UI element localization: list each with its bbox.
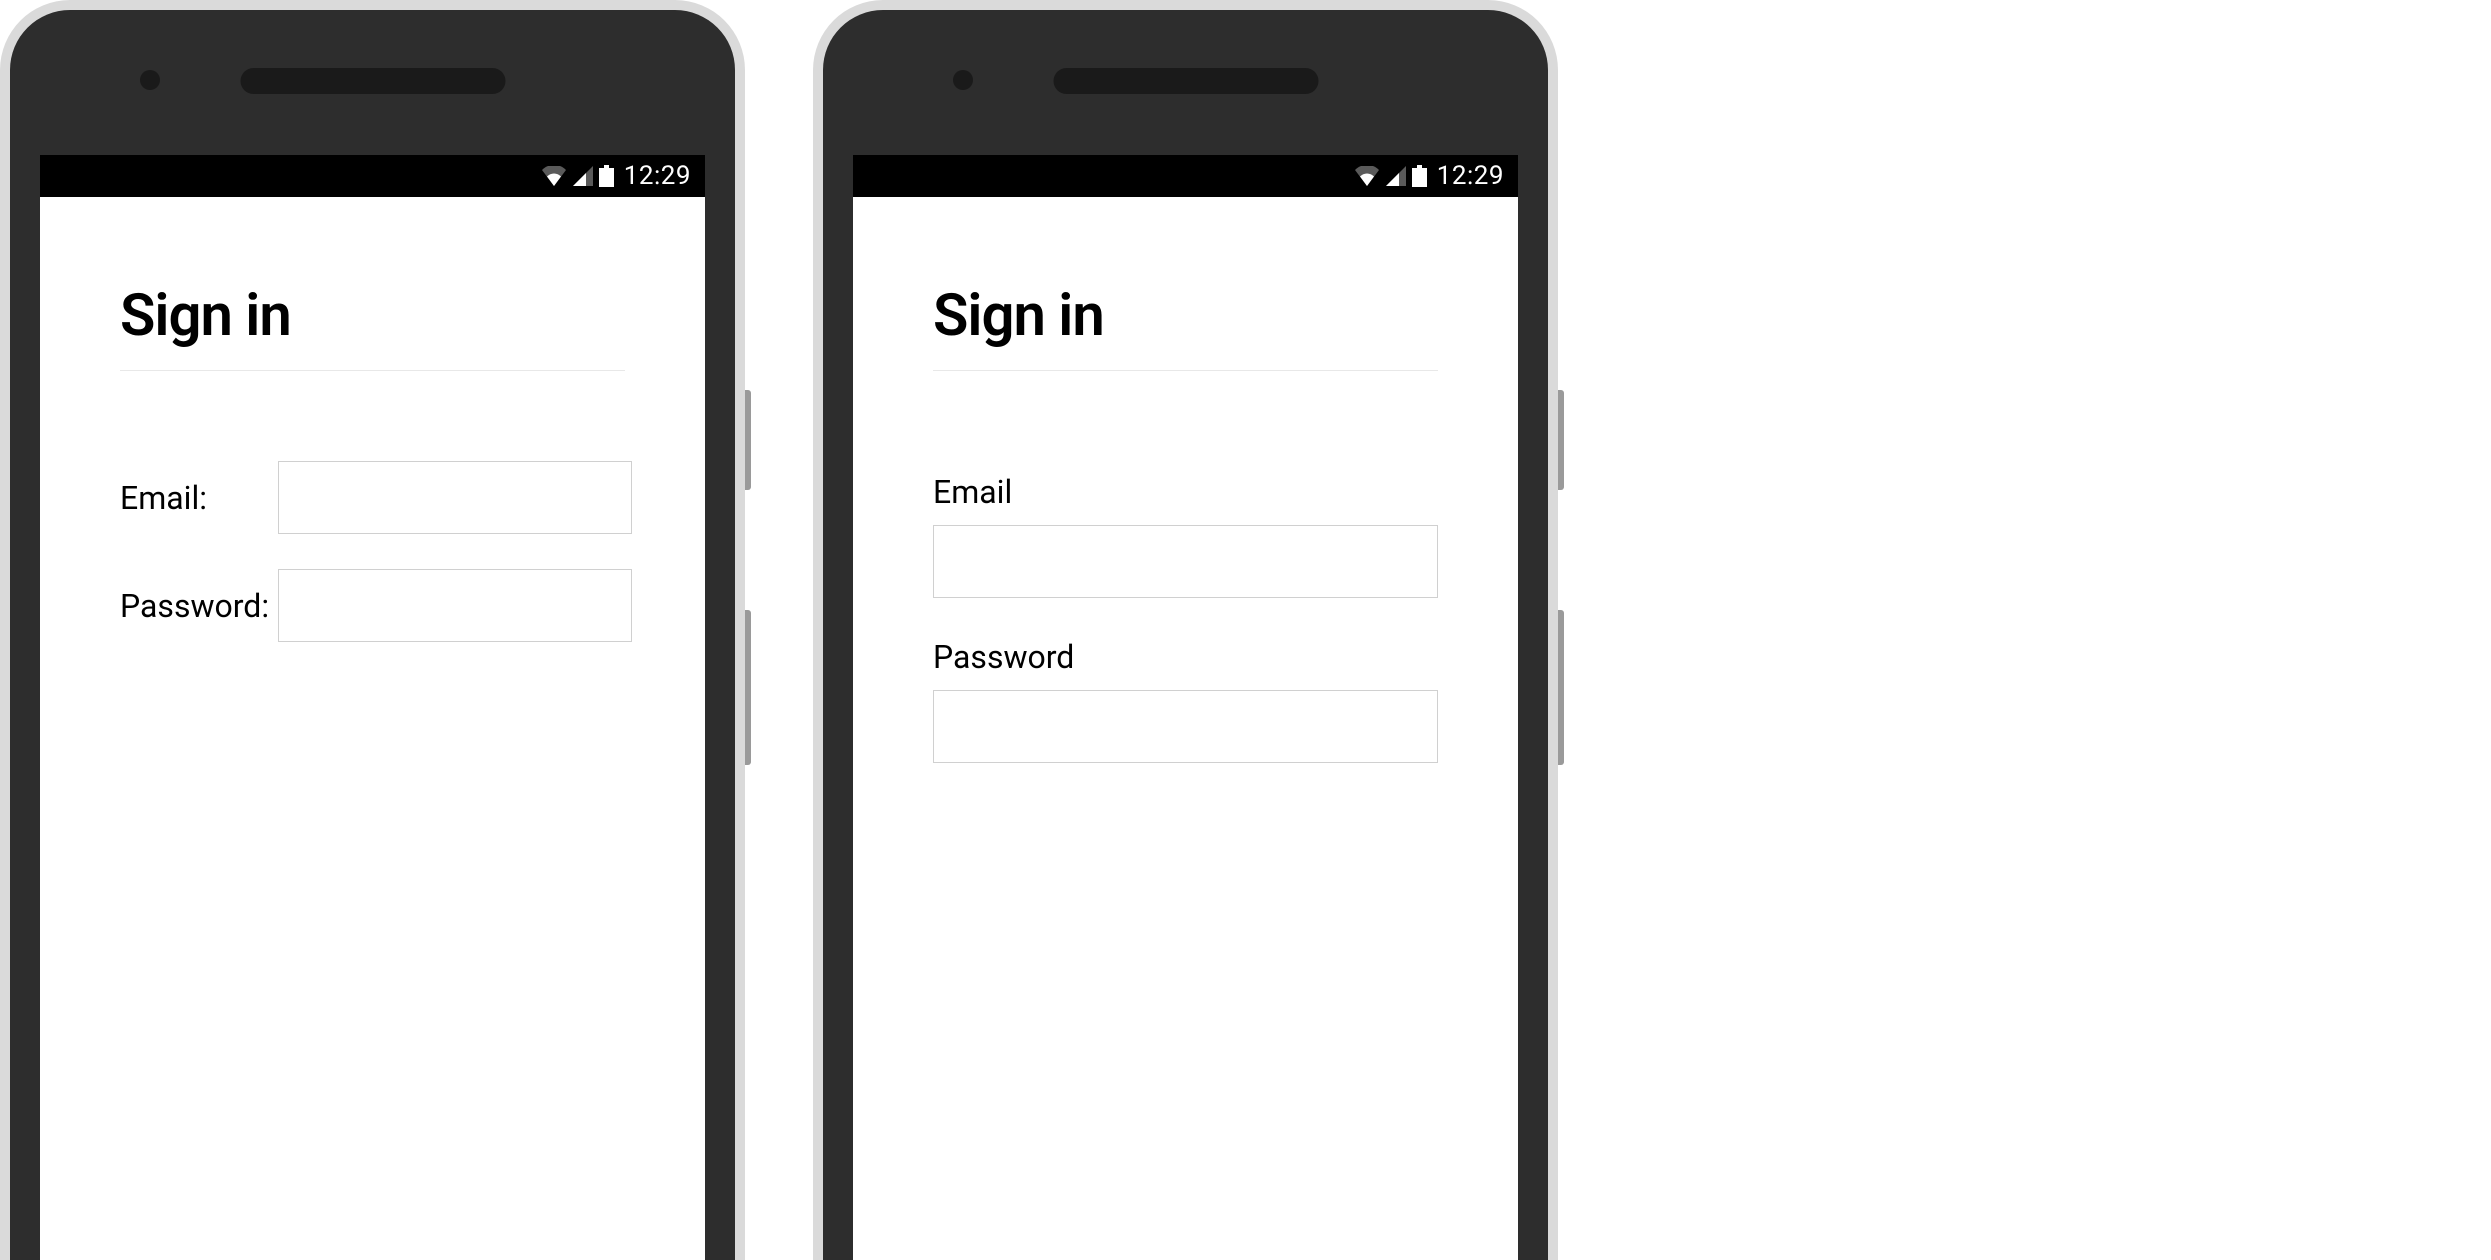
speaker-grille	[1053, 68, 1318, 94]
camera-dot	[140, 70, 160, 90]
page-title: Sign in	[120, 282, 625, 371]
content-area: Sign in Email: Password:	[40, 197, 705, 642]
status-bar: 12:29	[853, 155, 1518, 197]
password-group: Password	[933, 638, 1438, 763]
email-row: Email:	[120, 461, 625, 534]
volume-button	[745, 610, 751, 765]
password-input[interactable]	[933, 690, 1438, 763]
cell-signal-icon	[573, 166, 593, 186]
email-input[interactable]	[933, 525, 1438, 598]
email-input[interactable]	[278, 461, 632, 534]
battery-icon	[599, 165, 614, 187]
speaker-grille	[240, 68, 505, 94]
power-button	[745, 390, 751, 490]
email-label: Email	[933, 473, 1438, 511]
wifi-icon	[1354, 166, 1380, 186]
content-area: Sign in Email Password	[853, 197, 1518, 763]
signin-form: Email Password	[933, 473, 1438, 763]
battery-icon	[1412, 165, 1427, 187]
email-group: Email	[933, 473, 1438, 598]
password-row: Password:	[120, 569, 625, 642]
volume-button	[1558, 610, 1564, 765]
screen: 12:29 Sign in Email: Password:	[40, 155, 705, 1260]
camera-dot	[953, 70, 973, 90]
password-label: Password	[933, 638, 1438, 676]
email-label: Email:	[120, 479, 278, 517]
power-button	[1558, 390, 1564, 490]
phone-bezel: 12:29 Sign in Email Password	[823, 10, 1548, 1260]
page-title: Sign in	[933, 282, 1438, 371]
phone-frame-right: 12:29 Sign in Email Password	[813, 0, 1558, 1260]
status-time: 12:29	[624, 161, 691, 191]
password-label: Password:	[120, 587, 278, 625]
status-time: 12:29	[1437, 161, 1504, 191]
phone-bezel: 12:29 Sign in Email: Password:	[10, 10, 735, 1260]
phone-frame-left: 12:29 Sign in Email: Password:	[0, 0, 745, 1260]
wifi-icon	[541, 166, 567, 186]
status-bar: 12:29	[40, 155, 705, 197]
screen: 12:29 Sign in Email Password	[853, 155, 1518, 1260]
signin-form: Email: Password:	[120, 461, 625, 642]
cell-signal-icon	[1386, 166, 1406, 186]
password-input[interactable]	[278, 569, 632, 642]
